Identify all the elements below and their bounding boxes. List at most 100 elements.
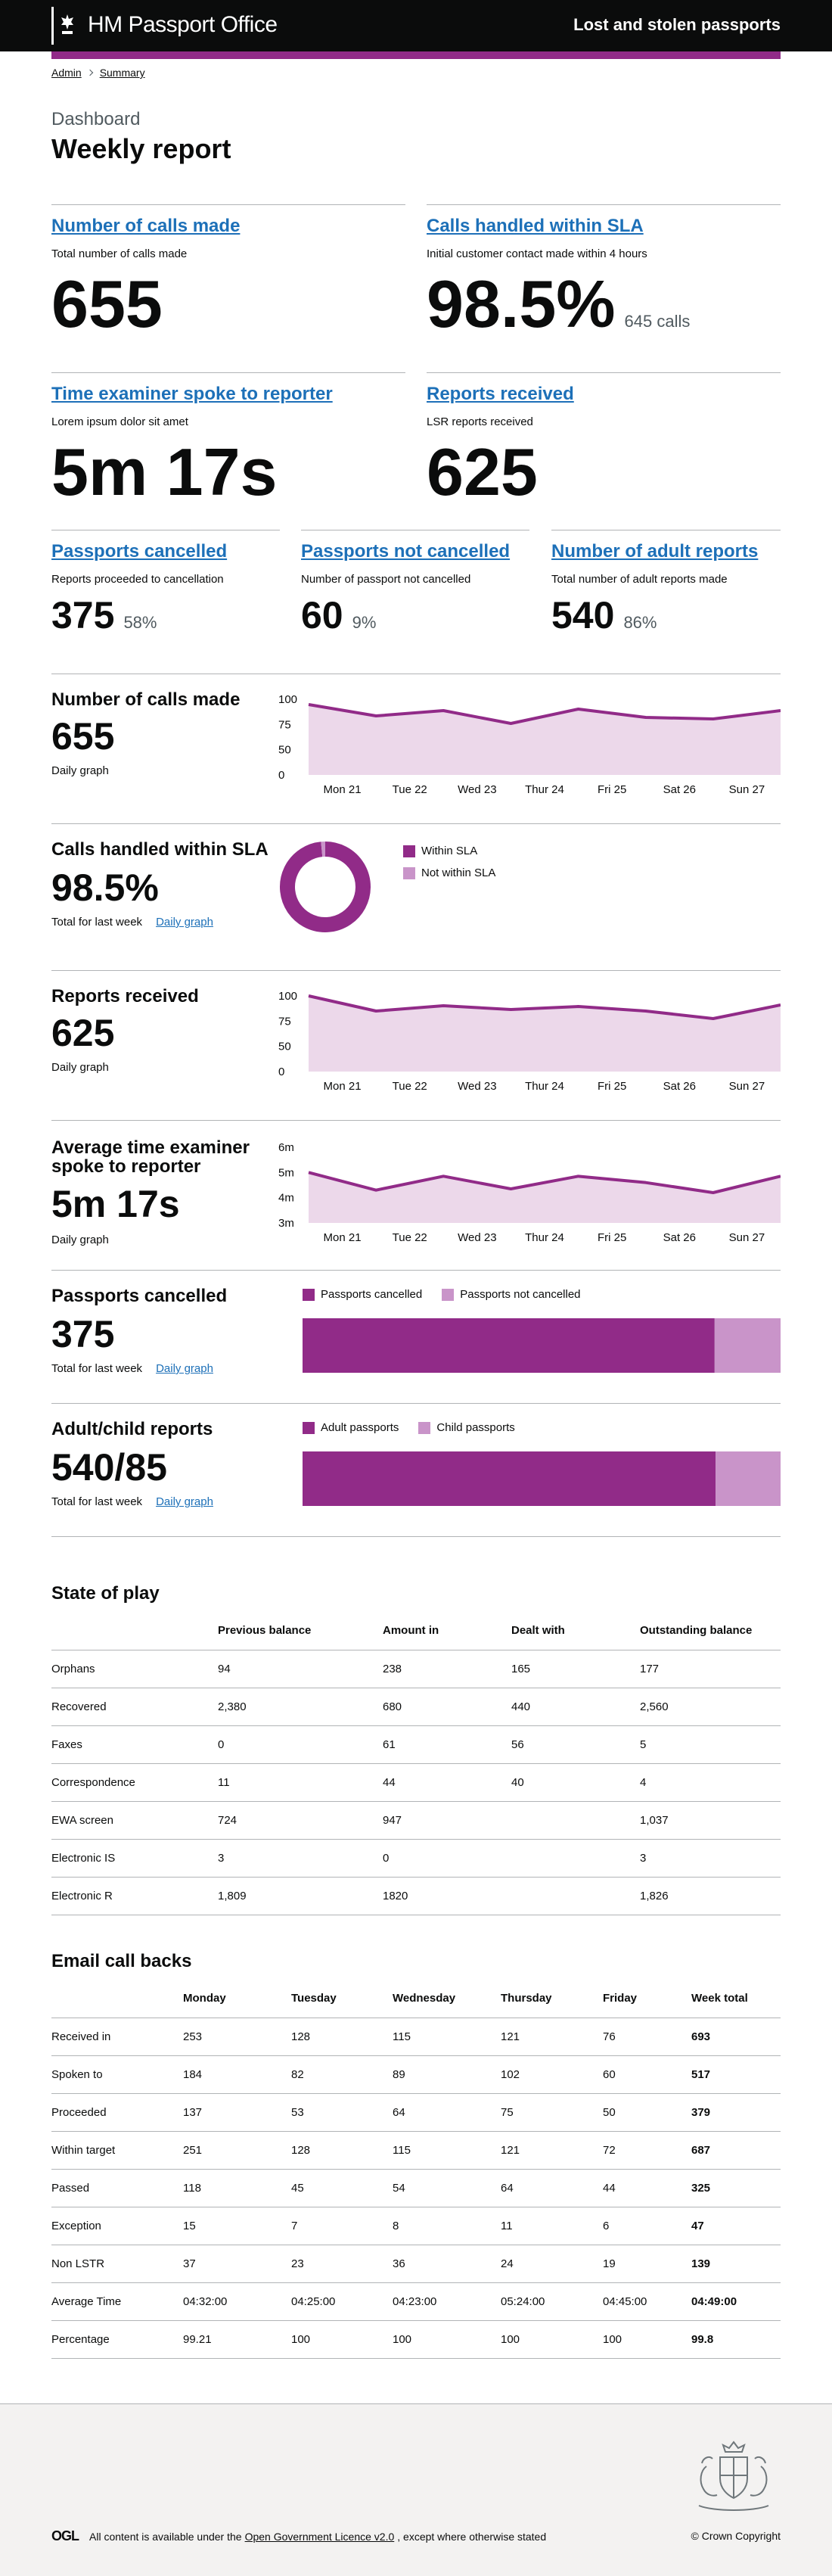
y-tick-label: 4m <box>278 1192 294 1205</box>
kpi-title-link[interactable]: Number of calls made <box>51 216 405 237</box>
table-cell: 56 <box>511 1725 640 1764</box>
table-row: Percentage 99.21 100 100 100 100 99.8 <box>51 2320 781 2359</box>
copyright-link[interactable]: © Crown Copyright <box>691 2530 781 2542</box>
table-cell: 102 <box>501 2055 603 2094</box>
table-row: Within target 251 128 115 121 72 687 <box>51 2131 781 2170</box>
legend-swatch <box>403 866 415 879</box>
ogl-logo-icon: OGL <box>51 2528 79 2543</box>
graph-note: Total for last week Daily graph <box>51 1362 213 1375</box>
table-cell: 04:45:00 <box>603 2282 691 2321</box>
breadcrumb-summary[interactable]: Summary <box>100 67 145 79</box>
table-cell: 76 <box>603 2018 691 2056</box>
row-label: Non LSTR <box>51 2245 183 2283</box>
licence-link[interactable]: Open Government Licence v2.0 <box>245 2531 395 2543</box>
legend-swatch <box>403 845 415 857</box>
kpi-title-link[interactable]: Reports received <box>427 384 781 405</box>
stacked-bar-adult <box>303 1451 781 1506</box>
table-cell: 04:32:00 <box>183 2282 291 2321</box>
divider <box>51 823 781 824</box>
kpi-card-cancelled: Passports cancelled Reports proceeded to… <box>51 530 280 669</box>
table-row: EWA screen 724 947 1,037 <box>51 1801 781 1840</box>
graph-section-reports: Reports received 625 Daily graph 100 75 50… <box>51 987 781 1100</box>
kpi-title-link[interactable]: Passports not cancelled <box>301 541 529 562</box>
kpi-description: Lorem ipsum dolor sit amet <box>51 415 188 428</box>
graph-section-time: Average time examiner spoke to reporter … <box>51 1138 781 1252</box>
y-tick-label: 5m <box>278 1166 294 1179</box>
legend-swatch <box>303 1421 315 1434</box>
row-label: Proceeded <box>51 2093 183 2132</box>
site-footer: OGL All content is available under the O… <box>0 2403 832 2576</box>
row-label: Within target <box>51 2131 183 2170</box>
table-cell: 379 <box>691 2093 781 2132</box>
table-cell: 04:25:00 <box>291 2282 393 2321</box>
row-label: Average Time <box>51 2282 183 2321</box>
kpi-title-link[interactable]: Number of adult reports <box>551 541 781 562</box>
table-row: Spoken to 184 82 89 102 60 517 <box>51 2055 781 2094</box>
table-cell: 137 <box>183 2093 291 2132</box>
state-of-play-title: State of play <box>51 1583 160 1604</box>
graph-section-adult: Adult/child reports 540/85 Total for las… <box>51 1420 781 1526</box>
kpi-title-link[interactable]: Time examiner spoke to reporter <box>51 384 405 405</box>
service-name[interactable]: Lost and stolen passports <box>573 15 781 35</box>
x-tick-label: Fri 25 <box>598 1080 626 1093</box>
row-label: Received in <box>51 2018 183 2056</box>
line-chart-time: 6m 5m 4m 3m Mon 21 Tue 22 Wed 23 Thur 24 Fri 25 S… <box>278 1141 781 1244</box>
table-cell: 1,826 <box>640 1877 781 1915</box>
daily-graph-link[interactable]: Daily graph <box>156 1495 213 1508</box>
table-cell: 99.8 <box>691 2320 781 2359</box>
legend-item: Within SLA <box>403 845 477 857</box>
table-cell: 4 <box>640 1763 781 1802</box>
table-row: Orphans 94 238 165 177 <box>51 1650 781 1688</box>
x-tick-label: Tue 22 <box>393 1231 427 1244</box>
email-callbacks-table: Monday Tuesday Wednesday Thursday Friday Week… <box>51 1980 781 2359</box>
table-cell: 325 <box>691 2169 781 2207</box>
kpi-title-link[interactable]: Calls handled within SLA <box>427 216 781 237</box>
daily-graph-link[interactable]: Daily graph <box>156 916 213 929</box>
row-label: Electronic R <box>51 1877 218 1915</box>
table-cell: 11 <box>218 1763 383 1802</box>
table-cell: 165 <box>511 1650 640 1688</box>
x-tick-label: Mon 21 <box>324 1231 362 1244</box>
table-header-row: Previous balance Amount in Dealt with Outst… <box>51 1612 781 1650</box>
table-cell: 1,037 <box>640 1801 781 1840</box>
series-area <box>309 1172 781 1223</box>
table-cell: 0 <box>383 1839 511 1878</box>
table-cell: 115 <box>393 2131 501 2170</box>
x-tick-label: Mon 21 <box>324 783 362 796</box>
table-cell <box>511 1877 640 1915</box>
table-cell: 72 <box>603 2131 691 2170</box>
table-cell: 60 <box>603 2055 691 2094</box>
kpi-card-not-cancelled: Passports not cancelled Number of passpo… <box>301 530 529 669</box>
table-cell: 0 <box>218 1725 383 1764</box>
y-tick-label: 50 <box>278 1041 291 1053</box>
graph-note: Daily graph <box>51 1234 109 1246</box>
crown-logo-icon[interactable] <box>51 7 79 45</box>
y-tick-label: 50 <box>278 744 291 757</box>
graph-title: Average time examiner spoke to reporter <box>51 1137 250 1178</box>
daily-graph-link[interactable]: Daily graph <box>156 1362 213 1375</box>
kpi-value: 5m 17s <box>51 434 278 509</box>
table-cell: 724 <box>218 1801 383 1840</box>
brand-name[interactable]: HM Passport Office <box>88 12 278 38</box>
graph-value: 5m 17s <box>51 1183 180 1225</box>
table-cell: 100 <box>291 2320 393 2359</box>
kpi-description: Number of passport not cancelled <box>301 573 471 586</box>
table-cell: 3 <box>640 1839 781 1878</box>
bar-segment <box>303 1451 716 1506</box>
table-cell: 6 <box>603 2207 691 2245</box>
site-header: HM Passport Office Lost and stolen passp… <box>0 0 832 51</box>
table-cell <box>511 1801 640 1840</box>
table-cell: 82 <box>291 2055 393 2094</box>
breadcrumb-admin[interactable]: Admin <box>51 67 82 79</box>
table-cell: 139 <box>691 2245 781 2283</box>
graph-value: 655 <box>51 715 115 758</box>
kpi-value: 625 <box>427 434 538 509</box>
graph-note: Daily graph <box>51 1061 109 1074</box>
row-label: Correspondence <box>51 1763 218 1802</box>
legend-item: Not within SLA <box>403 866 495 879</box>
table-cell: 94 <box>218 1650 383 1688</box>
kpi-title-link[interactable]: Passports cancelled <box>51 541 280 562</box>
bar-segment <box>716 1451 781 1506</box>
kpi-subvalue: 86% <box>623 613 657 632</box>
table-cell: 253 <box>183 2018 291 2056</box>
